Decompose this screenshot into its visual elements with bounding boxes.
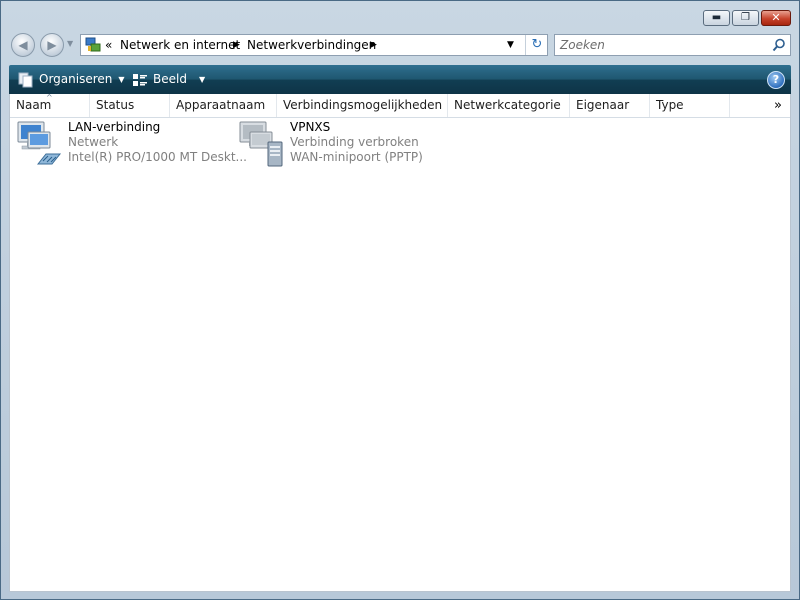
minimize-button[interactable]: ▬	[703, 10, 730, 26]
file-list-pane: Naam ^ Status Apparaatnaam Verbindingsmo…	[9, 93, 791, 592]
view-label: Beeld	[153, 72, 187, 86]
recent-pages-dropdown[interactable]: ▼	[67, 39, 73, 48]
column-header-netwerkcategorie[interactable]: Netwerkcategorie	[448, 94, 570, 117]
column-header-verbindingsmogelijkheden[interactable]: Verbindingsmogelijkheden	[277, 94, 448, 117]
item-device: Intel(R) PRO/1000 MT Deskt...	[68, 150, 247, 164]
close-icon: ✕	[771, 11, 781, 24]
view-menu-button[interactable]: Beeld ▼	[132, 65, 205, 94]
sort-ascending-icon: ^	[46, 93, 53, 102]
item-status: Verbinding verbroken	[290, 135, 419, 149]
help-button[interactable]: ?	[767, 71, 785, 89]
organise-menu-button[interactable]: Organiseren ▼	[18, 65, 125, 94]
maximize-icon: ❐	[741, 12, 750, 23]
close-button[interactable]: ✕	[761, 10, 791, 26]
view-dropdown-icon: ▼	[198, 75, 206, 84]
search-input[interactable]: Zoeken	[554, 34, 791, 56]
view-icon	[133, 73, 147, 86]
network-folder-icon	[85, 37, 101, 52]
command-bar: Organiseren ▼ Beeld ▼ ?	[9, 65, 791, 94]
lan-connection-icon	[17, 121, 62, 165]
address-dropdown-icon[interactable]: ▼	[507, 35, 514, 55]
item-details: LAN-verbinding Netwerk Intel(R) PRO/1000…	[68, 120, 247, 165]
vpn-connection-icon	[239, 121, 283, 167]
forward-button[interactable]: ▶	[40, 33, 64, 57]
item-details: VPNXS Verbinding verbroken WAN-minipoort…	[290, 120, 423, 165]
column-header-type[interactable]: Type	[650, 94, 730, 117]
organise-label: Organiseren	[39, 72, 113, 86]
search-icon[interactable]	[772, 38, 786, 52]
list-item-vpnxs[interactable]: VPNXS Verbinding verbroken WAN-minipoort…	[238, 120, 438, 170]
navigation-bar: ◀ ▶ ▼ « Netwerk en internet ▶ Netwerkver…	[1, 29, 799, 63]
item-name: LAN-verbinding	[68, 120, 161, 134]
refresh-button[interactable]: ↻	[525, 35, 548, 55]
forward-arrow-icon: ▶	[47, 38, 57, 52]
column-header-apparaatnaam[interactable]: Apparaatnaam	[170, 94, 277, 117]
item-status: Netwerk	[68, 135, 119, 149]
item-name: VPNXS	[290, 120, 331, 134]
maximize-button[interactable]: ❐	[732, 10, 759, 26]
address-bar[interactable]: « Netwerk en internet ▶ Netwerkverbindin…	[80, 34, 548, 56]
breadcrumb-netwerkverbindingen[interactable]: Netwerkverbindingen	[247, 35, 376, 55]
back-button[interactable]: ◀	[11, 33, 35, 57]
organise-dropdown-icon: ▼	[118, 75, 125, 84]
breadcrumb-chevron-icon[interactable]: ▶	[370, 35, 377, 55]
address-overflow[interactable]: «	[105, 35, 112, 55]
organise-icon	[18, 72, 33, 87]
column-headers: Naam ^ Status Apparaatnaam Verbindingsmo…	[10, 93, 790, 118]
item-device: WAN-minipoort (PPTP)	[290, 150, 423, 164]
breadcrumb-chevron-icon[interactable]: ▶	[233, 35, 240, 55]
title-bar: ▬ ❐ ✕	[1, 1, 799, 29]
list-item-lan-verbinding[interactable]: LAN-verbinding Netwerk Intel(R) PRO/1000…	[16, 120, 247, 170]
column-header-status[interactable]: Status	[90, 94, 170, 117]
search-placeholder: Zoeken	[560, 38, 605, 52]
breadcrumb-netwerk-en-internet[interactable]: Netwerk en internet	[120, 35, 240, 55]
more-columns-button[interactable]: »	[774, 94, 782, 117]
explorer-window: ▬ ❐ ✕ ◀ ▶ ▼ « Netwerk en internet ▶ Netw…	[0, 0, 800, 600]
minimize-icon: ▬	[711, 12, 722, 23]
column-header-naam[interactable]: Naam ^	[10, 93, 90, 117]
back-arrow-icon: ◀	[18, 38, 28, 52]
column-header-eigenaar[interactable]: Eigenaar	[570, 94, 650, 117]
